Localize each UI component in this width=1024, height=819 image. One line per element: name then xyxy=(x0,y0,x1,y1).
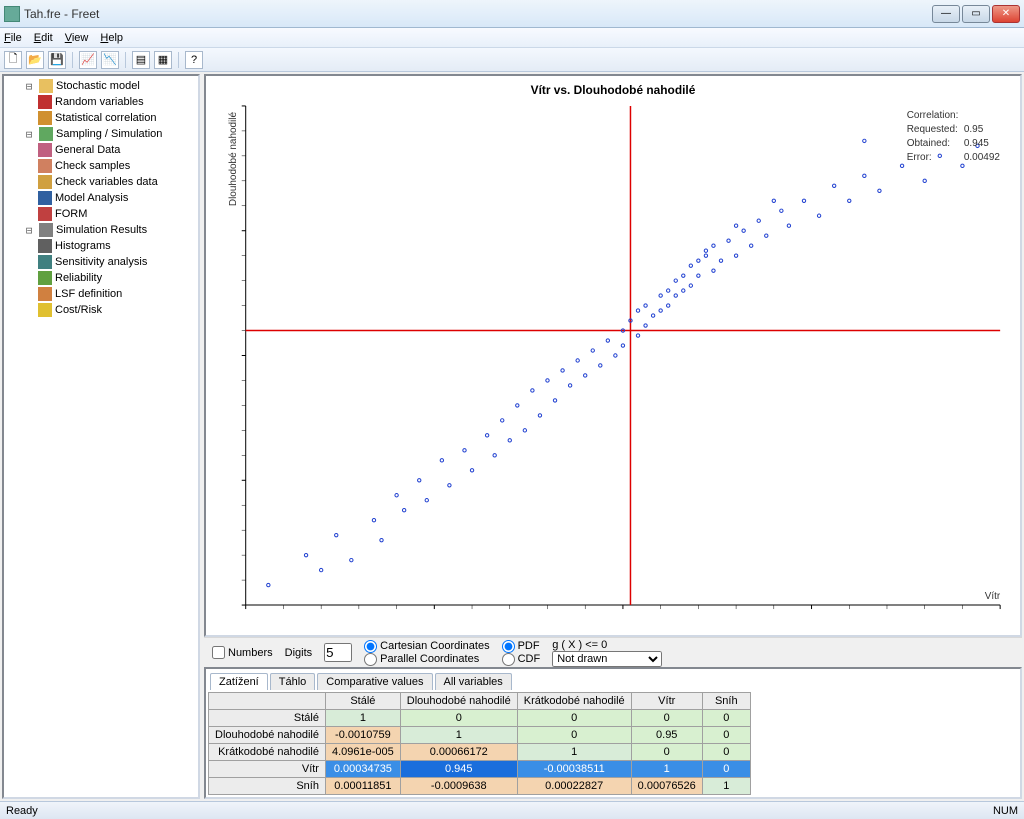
matrix-cell[interactable]: 1 xyxy=(517,744,631,761)
matrix-cell[interactable]: 0 xyxy=(631,710,702,727)
menu-help[interactable]: Help xyxy=(100,32,123,44)
run1-icon[interactable]: 📈 xyxy=(79,51,97,69)
digits-stepper[interactable] xyxy=(324,643,352,662)
gx-label: g ( X ) <= 0 xyxy=(552,639,662,651)
tab-zatizeni[interactable]: Zatížení xyxy=(210,673,268,690)
maximize-button[interactable]: ▭ xyxy=(962,5,990,23)
numbers-checkbox[interactable]: Numbers xyxy=(212,646,273,659)
matrix-cell[interactable]: 0 xyxy=(702,727,750,744)
matrix-cell[interactable]: 0.00076526 xyxy=(631,778,702,795)
tree-sampling-simulation[interactable]: ⊟Sampling / Simulation xyxy=(6,126,196,142)
row-header[interactable]: Dlouhodobé nahodilé xyxy=(209,727,326,744)
matrix-cell[interactable]: 1 xyxy=(325,710,400,727)
col-header[interactable]: Stálé xyxy=(325,693,400,710)
separator xyxy=(125,52,126,68)
matrix-cell[interactable]: 0.945 xyxy=(400,761,517,778)
matrix-cell[interactable]: 0 xyxy=(517,710,631,727)
matrix-cell[interactable]: 0.00011851 xyxy=(325,778,400,795)
tree-check-samples[interactable]: Check samples xyxy=(6,158,196,174)
matrix-cell[interactable]: 1 xyxy=(702,778,750,795)
toolbar: 🗋 📂 💾 📈 📉 ▤ ▦ ? xyxy=(0,48,1024,72)
col-header[interactable]: Sníh xyxy=(702,693,750,710)
chart-controls: Numbers Digits Cartesian Coordinates Par… xyxy=(204,637,1022,667)
svg-text:Dlouhodobé nahodilé: Dlouhodobé nahodilé xyxy=(228,111,239,206)
close-button[interactable]: ✕ xyxy=(992,5,1020,23)
tree-model-analysis[interactable]: Model Analysis xyxy=(6,190,196,206)
pdf-radio[interactable]: PDF xyxy=(502,640,541,653)
save-icon[interactable]: 💾 xyxy=(48,51,66,69)
status-left: Ready xyxy=(6,805,38,817)
matrix-cell[interactable]: 1 xyxy=(631,761,702,778)
notdrawn-select[interactable]: Not drawn xyxy=(552,651,662,667)
matrix-cell[interactable]: 4.0961e-005 xyxy=(325,744,400,761)
row-header[interactable]: Krátkodobé nahodilé xyxy=(209,744,326,761)
matrix-cell[interactable]: -0.0010759 xyxy=(325,727,400,744)
tree-statistical-correlation[interactable]: Statistical correlation xyxy=(6,110,196,126)
tree-lsf-definition[interactable]: LSF definition xyxy=(6,286,196,302)
matrix-cell[interactable]: -0.0009638 xyxy=(400,778,517,795)
tree-histograms[interactable]: Histograms xyxy=(6,238,196,254)
tree-panel: ⊟Stochastic model Random variables Stati… xyxy=(2,74,200,799)
menu-edit[interactable]: Edit xyxy=(34,32,53,44)
statusbar: Ready NUM xyxy=(0,801,1024,819)
new-icon[interactable]: 🗋 xyxy=(4,51,22,69)
separator xyxy=(178,52,179,68)
tab-allvars[interactable]: All variables xyxy=(435,673,512,690)
tree-reliability[interactable]: Reliability xyxy=(6,270,196,286)
titlebar: Tah.fre - Freet — ▭ ✕ xyxy=(0,0,1024,28)
matrix-cell[interactable]: -0.00038511 xyxy=(517,761,631,778)
run2-icon[interactable]: 📉 xyxy=(101,51,119,69)
matrix-cell[interactable]: 0 xyxy=(517,727,631,744)
tree-cost-risk[interactable]: Cost/Risk xyxy=(6,302,196,318)
svg-text:Vítr: Vítr xyxy=(985,591,1001,602)
matrix-cell[interactable]: 0.00022827 xyxy=(517,778,631,795)
minimize-button[interactable]: — xyxy=(932,5,960,23)
col-header[interactable]: Vítr xyxy=(631,693,702,710)
cartesian-radio[interactable]: Cartesian Coordinates xyxy=(364,640,489,653)
matrix-cell[interactable]: 0 xyxy=(702,744,750,761)
menubar: File Edit View Help xyxy=(0,28,1024,48)
row-header[interactable]: Sníh xyxy=(209,778,326,795)
scatter-chart[interactable]: Vítr vs. Dlouhodobé nahodilé Vítr Dlouhodo… xyxy=(204,74,1022,637)
separator xyxy=(72,52,73,68)
tree-sensitivity-analysis[interactable]: Sensitivity analysis xyxy=(6,254,196,270)
row-header[interactable]: Stálé xyxy=(209,710,326,727)
parallel-radio[interactable]: Parallel Coordinates xyxy=(364,653,489,666)
bars2-icon[interactable]: ▦ xyxy=(154,51,172,69)
tree-form[interactable]: FORM xyxy=(6,206,196,222)
tree-random-variables[interactable]: Random variables xyxy=(6,94,196,110)
matrix-cell[interactable]: 0.00066172 xyxy=(400,744,517,761)
tree-check-variables-data[interactable]: Check variables data xyxy=(6,174,196,190)
tree-stochastic-model[interactable]: ⊟Stochastic model xyxy=(6,78,196,94)
matrix-cell[interactable]: 0.95 xyxy=(631,727,702,744)
col-header[interactable]: Krátkodobé nahodilé xyxy=(517,693,631,710)
row-header[interactable]: Vítr xyxy=(209,761,326,778)
tree-simulation-results[interactable]: ⊟Simulation Results xyxy=(6,222,196,238)
window-title: Tah.fre - Freet xyxy=(24,7,930,21)
menu-view[interactable]: View xyxy=(65,32,89,44)
correlation-table[interactable]: StáléDlouhodobé nahodiléKrátkodobé nahod… xyxy=(208,692,751,795)
matrix-cell[interactable]: 0 xyxy=(400,710,517,727)
status-num: NUM xyxy=(993,805,1018,817)
matrix-cell[interactable]: 0 xyxy=(702,761,750,778)
help-icon[interactable]: ? xyxy=(185,51,203,69)
tab-comparative[interactable]: Comparative values xyxy=(317,673,432,690)
cdf-radio[interactable]: CDF xyxy=(502,653,541,666)
tree-general-data[interactable]: General Data xyxy=(6,142,196,158)
correlation-box: Correlation: Requested:0.95 Obtained:0.9… xyxy=(905,108,1006,166)
open-icon[interactable]: 📂 xyxy=(26,51,44,69)
menu-file[interactable]: File xyxy=(4,32,22,44)
digits-label: Digits xyxy=(285,647,313,659)
app-icon xyxy=(4,6,20,22)
tab-tahlo[interactable]: Táhlo xyxy=(270,673,316,690)
correlation-matrix-panel: Zatížení Táhlo Comparative values All va… xyxy=(204,667,1022,799)
bars1-icon[interactable]: ▤ xyxy=(132,51,150,69)
col-header[interactable]: Dlouhodobé nahodilé xyxy=(400,693,517,710)
matrix-cell[interactable]: 0 xyxy=(702,710,750,727)
svg-text:Vítr vs. Dlouhodobé nahodilé: Vítr vs. Dlouhodobé nahodilé xyxy=(531,83,696,97)
matrix-cell[interactable]: 0.00034735 xyxy=(325,761,400,778)
matrix-cell[interactable]: 1 xyxy=(400,727,517,744)
matrix-cell[interactable]: 0 xyxy=(631,744,702,761)
